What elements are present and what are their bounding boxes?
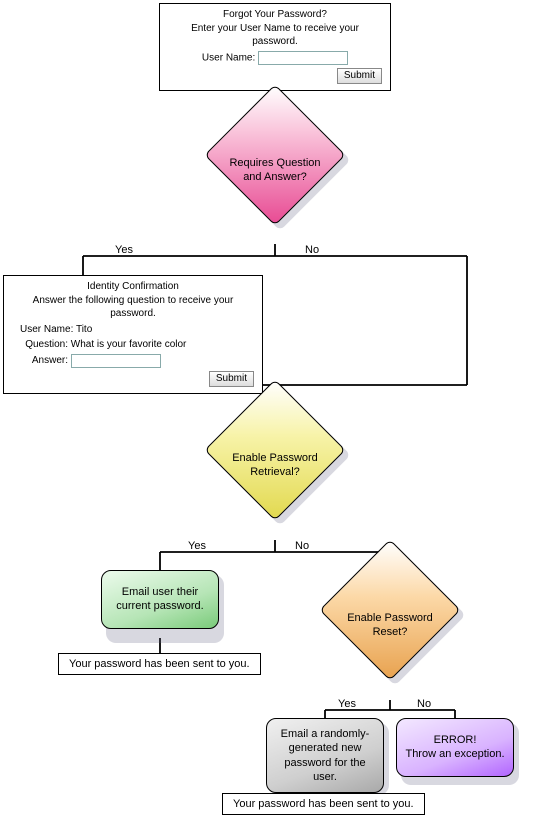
form-subtitle: Enter your User Name to receive your pas…: [168, 22, 382, 49]
answer-input[interactable]: [71, 354, 161, 368]
branch-no: No: [295, 540, 309, 552]
username-label: User Name:: [202, 52, 255, 63]
decision-label: Enable Password Reset?: [335, 612, 445, 640]
form-subtitle: Answer the following question to receive…: [12, 294, 254, 321]
branch-yes: Yes: [338, 698, 356, 710]
question-value: What is your favorite color: [71, 339, 187, 350]
decision-label: Requires Question and Answer?: [220, 157, 330, 185]
result-error: ERROR! Throw an exception.: [396, 718, 514, 777]
branch-yes: Yes: [188, 540, 206, 552]
result-email-current: Email user their current password.: [101, 570, 219, 629]
form-title: Forgot Your Password?: [168, 8, 382, 22]
decision-enable-reset: [319, 539, 460, 680]
question-label: Question:: [20, 338, 68, 352]
decision-requires-qa: [204, 84, 345, 225]
branch-no: No: [305, 244, 319, 256]
branch-yes: Yes: [115, 244, 133, 256]
username-label: User Name:: [20, 324, 73, 335]
branch-no: No: [417, 698, 431, 710]
caption-password-sent-1: Your password has been sent to you.: [58, 653, 261, 675]
submit-button[interactable]: Submit: [209, 371, 254, 387]
caption-password-sent-2: Your password has been sent to you.: [222, 793, 425, 815]
submit-button[interactable]: Submit: [337, 68, 382, 84]
username-value: Tito: [76, 324, 92, 335]
forgot-password-form: Forgot Your Password? Enter your User Na…: [159, 3, 391, 91]
answer-label: Answer:: [20, 354, 68, 368]
username-input[interactable]: [258, 51, 348, 65]
decision-label: Enable Password Retrieval?: [220, 452, 330, 480]
identity-confirmation-form: Identity Confirmation Answer the followi…: [3, 275, 263, 394]
form-title: Identity Confirmation: [12, 280, 254, 294]
decision-enable-retrieval: [204, 379, 345, 520]
result-email-random: Email a randomly-generated new password …: [266, 718, 384, 793]
